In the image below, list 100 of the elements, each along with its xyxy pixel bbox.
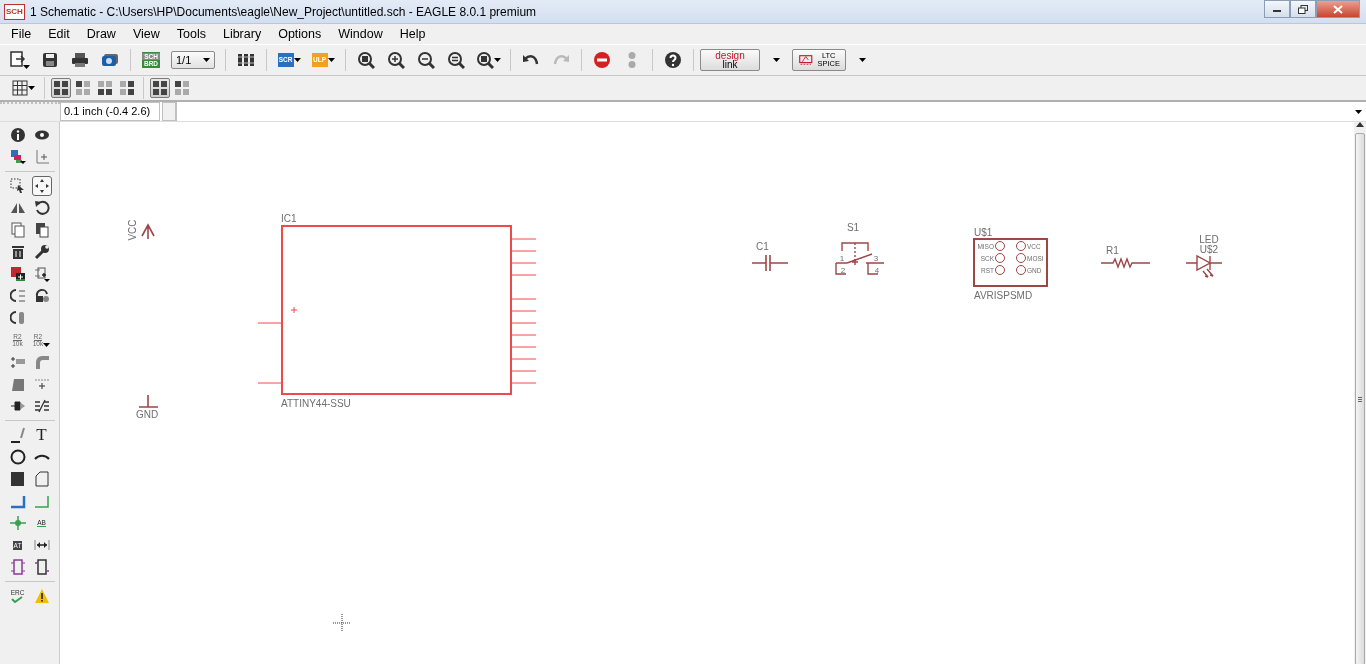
circle-icon xyxy=(9,449,26,465)
palette-grip[interactable] xyxy=(0,102,60,121)
part-name: C1 xyxy=(756,241,769,252)
part-name: U$2 xyxy=(1199,244,1219,255)
caret-icon xyxy=(858,58,866,62)
paste-icon xyxy=(33,222,50,238)
magnifier-icon xyxy=(447,51,465,69)
text-tool-glyph: T xyxy=(36,425,47,445)
junction-icon xyxy=(9,515,26,531)
plug-icon xyxy=(9,398,26,414)
net-label: GND xyxy=(135,409,159,420)
part-name: U$1 xyxy=(974,227,993,238)
slice-icon xyxy=(9,376,26,392)
module-icon xyxy=(33,559,50,575)
wrench-icon xyxy=(33,244,50,260)
layers-icon xyxy=(9,149,26,165)
caret-icon xyxy=(27,86,35,90)
menu-item[interactable]: Draw xyxy=(77,27,124,41)
panel-button[interactable] xyxy=(150,78,170,98)
menu-item[interactable]: Library xyxy=(213,27,270,41)
layout-icon xyxy=(174,80,190,96)
sheet-select[interactable]: 1/1 xyxy=(171,51,215,69)
led-symbol xyxy=(1185,255,1223,278)
menu-item[interactable]: Edit xyxy=(39,27,78,41)
rotate-icon xyxy=(33,200,50,216)
net-icon xyxy=(9,493,26,509)
window-title: 1 Schematic - C:\Users\HP\Documents\eagle\New_Project\untitled.sch - EAGLE 8.0.1 premium xyxy=(29,4,538,19)
printer-icon xyxy=(70,51,90,69)
part-value: ATTINY44-SSU xyxy=(281,398,351,409)
help-icon xyxy=(664,51,682,69)
panel-button[interactable] xyxy=(172,78,192,98)
warning-icon xyxy=(33,588,50,604)
zoom-in-icon xyxy=(387,51,405,69)
frame-icon xyxy=(9,559,26,575)
replace-icon xyxy=(33,266,50,282)
design-link-button[interactable]: design link xyxy=(700,49,760,71)
close-icon xyxy=(1333,4,1343,14)
caret-icon xyxy=(772,58,780,62)
maximize-button[interactable] xyxy=(1290,0,1316,18)
grip-icon xyxy=(1358,396,1362,402)
join-icon xyxy=(33,376,50,392)
part-value: AVRISPSMD xyxy=(974,290,1033,301)
stop-icon xyxy=(593,51,611,69)
menu-item[interactable]: Window xyxy=(329,27,391,41)
resistor-symbol xyxy=(1100,257,1151,269)
magnifier-icon xyxy=(475,51,494,69)
pin-number: 3 xyxy=(873,254,879,263)
trash-icon xyxy=(9,244,26,260)
menu-item[interactable]: Options xyxy=(269,27,330,41)
check-icon xyxy=(11,596,24,603)
caret-icon xyxy=(43,343,51,347)
layout-icon xyxy=(119,80,135,96)
camera-icon xyxy=(100,52,120,68)
swap-icon xyxy=(9,310,26,326)
magnifier-icon xyxy=(357,51,375,69)
capacitor-symbol xyxy=(751,254,789,272)
miter-icon xyxy=(33,354,50,370)
caret-icon xyxy=(493,58,501,62)
menu-item[interactable]: Tools xyxy=(167,27,214,41)
selection-icon xyxy=(9,178,26,194)
bus-icon xyxy=(33,493,50,509)
copy-icon xyxy=(9,222,26,238)
add-part-icon xyxy=(9,266,26,282)
minimize-button[interactable] xyxy=(1264,0,1290,18)
save-icon xyxy=(41,51,59,69)
menu-item[interactable]: View xyxy=(123,27,168,41)
app-icon: SCH xyxy=(4,3,25,20)
layout-button[interactable] xyxy=(117,78,137,98)
text-button[interactable]: T xyxy=(31,425,52,445)
axis-plus-icon xyxy=(33,149,50,165)
move-button[interactable] xyxy=(31,176,52,196)
switch-symbol xyxy=(835,242,885,275)
redo-icon xyxy=(552,53,570,67)
zoom-out-icon xyxy=(417,51,435,69)
part-name: R1 xyxy=(1106,245,1119,256)
scrollbar-thumb[interactable] xyxy=(1355,133,1365,664)
crosshair-cursor-icon xyxy=(332,613,352,633)
chip-icon xyxy=(798,54,814,66)
lock-rotate-icon xyxy=(33,288,50,304)
pin-number: 4 xyxy=(874,266,880,275)
layout-button[interactable] xyxy=(73,78,93,98)
part-name: S1 xyxy=(846,222,860,233)
menu-item[interactable]: File xyxy=(2,27,40,41)
close-button[interactable] xyxy=(1316,0,1360,18)
split-lines-icon xyxy=(33,398,50,414)
undo-icon xyxy=(522,53,540,67)
polygon-icon xyxy=(33,471,50,487)
caret-icon xyxy=(293,58,301,62)
part-name: IC1 xyxy=(281,213,297,224)
caret-icon xyxy=(203,58,210,62)
pin-number: 2 xyxy=(840,266,846,275)
layout-icon xyxy=(75,80,91,96)
line-icon xyxy=(9,427,26,443)
pin-number: 1 xyxy=(839,254,845,263)
caret-icon xyxy=(327,58,335,62)
layout-button[interactable] xyxy=(95,78,115,98)
menu-item[interactable]: Help xyxy=(390,27,434,41)
split-icon xyxy=(9,354,26,370)
layout-button[interactable] xyxy=(51,78,71,98)
move-icon xyxy=(33,178,50,194)
